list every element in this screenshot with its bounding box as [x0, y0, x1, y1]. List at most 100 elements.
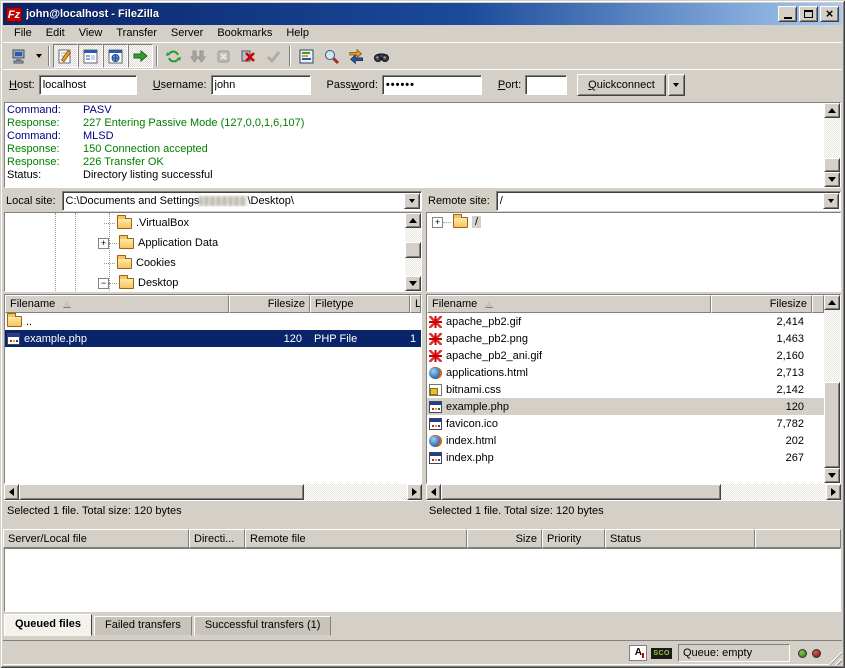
- column-header-filesize[interactable]: Filesize: [229, 295, 310, 313]
- tab-queued-files[interactable]: Queued files: [4, 614, 92, 636]
- synchronized-browsing-button[interactable]: [344, 44, 369, 68]
- scroll-track[interactable]: [304, 484, 407, 500]
- filter-button[interactable]: [294, 44, 319, 68]
- tab-failed-transfers[interactable]: Failed transfers: [94, 616, 192, 636]
- remote-site-combobox[interactable]: /: [496, 191, 841, 211]
- column-header-filename[interactable]: Filename: [5, 295, 229, 313]
- column-header-filesize[interactable]: Filesize: [711, 295, 812, 313]
- menu-edit[interactable]: Edit: [39, 26, 72, 40]
- scroll-track[interactable]: [405, 258, 421, 276]
- column-header-direction[interactable]: Directi...: [189, 529, 245, 548]
- site-manager-dropdown[interactable]: [32, 44, 45, 68]
- file-row[interactable]: apache_pb2.gif 2,414: [427, 313, 824, 330]
- clear-queue-button[interactable]: [261, 44, 286, 68]
- maximize-button[interactable]: [799, 6, 818, 22]
- expand-plus-icon[interactable]: +: [432, 217, 443, 228]
- tree-item-application-data[interactable]: + Application Data: [5, 233, 405, 253]
- datatype-indicator-icon[interactable]: A: [629, 645, 647, 661]
- column-header-status[interactable]: Status: [605, 529, 755, 548]
- local-list-hscrollbar[interactable]: [4, 484, 422, 500]
- transfer-queue-list[interactable]: [4, 548, 841, 612]
- column-header-server-local-file[interactable]: Server/Local file: [3, 529, 189, 548]
- tree-item-root[interactable]: + /: [427, 213, 840, 231]
- column-header-filename[interactable]: Filename: [427, 295, 711, 313]
- menu-transfer[interactable]: Transfer: [109, 26, 164, 40]
- menu-server[interactable]: Server: [164, 26, 210, 40]
- menu-bookmarks[interactable]: Bookmarks: [210, 26, 279, 40]
- port-input[interactable]: [525, 75, 567, 95]
- column-header-last-modified[interactable]: L: [410, 295, 421, 313]
- file-row[interactable]: index.html 202: [427, 432, 824, 449]
- title-bar[interactable]: Fz john@localhost - FileZilla ×: [3, 3, 842, 25]
- quickconnect-dropdown[interactable]: [668, 74, 685, 96]
- file-row[interactable]: apache_pb2_ani.gif 2,160: [427, 347, 824, 364]
- local-site-dropdown[interactable]: [404, 193, 420, 209]
- find-files-button[interactable]: [369, 44, 394, 68]
- transfer-queue-toggle[interactable]: [128, 44, 153, 68]
- scroll-track[interactable]: [824, 118, 840, 158]
- remote-site-dropdown[interactable]: [823, 193, 839, 209]
- column-header-priority[interactable]: Priority: [542, 529, 605, 548]
- scroll-down-button[interactable]: [824, 468, 840, 483]
- scroll-down-button[interactable]: [824, 172, 840, 187]
- local-tree-scrollbar[interactable]: [405, 213, 421, 291]
- tree-item-desktop[interactable]: − Desktop: [5, 273, 405, 292]
- menu-view[interactable]: View: [72, 26, 110, 40]
- scroll-thumb[interactable]: [405, 242, 421, 258]
- column-header-size[interactable]: Size: [467, 529, 542, 548]
- menu-help[interactable]: Help: [279, 26, 316, 40]
- scroll-up-button[interactable]: [824, 103, 840, 118]
- scroll-track[interactable]: [405, 228, 421, 242]
- message-log-toggle[interactable]: [53, 44, 78, 68]
- file-row[interactable]: index.php 267: [427, 449, 824, 466]
- expand-plus-icon[interactable]: +: [98, 238, 109, 249]
- remote-list-scrollbar[interactable]: [824, 295, 840, 483]
- file-row[interactable]: applications.html 2,713: [427, 364, 824, 381]
- file-row[interactable]: apache_pb2.png 1,463: [427, 330, 824, 347]
- close-button[interactable]: ×: [820, 6, 839, 22]
- tree-item-cookies[interactable]: Cookies: [5, 253, 405, 273]
- file-row[interactable]: favicon.ico 7,782: [427, 415, 824, 432]
- username-input[interactable]: [211, 75, 311, 95]
- cancel-operation-button[interactable]: [211, 44, 236, 68]
- scroll-left-button[interactable]: [4, 484, 19, 500]
- scroll-up-button[interactable]: [405, 213, 421, 228]
- log-scrollbar[interactable]: [824, 103, 840, 187]
- refresh-button[interactable]: [161, 44, 186, 68]
- scroll-thumb[interactable]: [824, 382, 840, 468]
- process-queue-button[interactable]: [186, 44, 211, 68]
- scroll-track[interactable]: [721, 484, 826, 500]
- resize-grip[interactable]: [828, 651, 842, 665]
- menu-file[interactable]: File: [7, 26, 39, 40]
- scroll-right-button[interactable]: [407, 484, 422, 500]
- scroll-track[interactable]: [824, 310, 840, 382]
- file-row-selected[interactable]: example.php 120: [427, 398, 824, 415]
- tree-item-virtualbox[interactable]: .VirtualBox: [5, 213, 405, 233]
- speed-limit-indicator-icon[interactable]: SCO: [651, 648, 672, 659]
- column-header-remote-file[interactable]: Remote file: [245, 529, 467, 548]
- local-treeview-toggle[interactable]: [78, 44, 103, 68]
- site-manager-button[interactable]: [7, 44, 32, 68]
- disconnect-button[interactable]: [236, 44, 261, 68]
- local-site-combobox[interactable]: C:\Documents and Settings\Desktop\: [62, 191, 422, 211]
- scroll-thumb[interactable]: [441, 484, 721, 500]
- remote-list-hscrollbar[interactable]: [426, 484, 841, 500]
- tab-successful-transfers[interactable]: Successful transfers (1): [194, 616, 332, 636]
- scroll-thumb[interactable]: [19, 484, 304, 500]
- parent-directory-row[interactable]: ..: [5, 313, 421, 330]
- host-input[interactable]: [39, 75, 137, 95]
- scroll-down-button[interactable]: [405, 276, 421, 291]
- quickconnect-button[interactable]: Quickconnect: [577, 74, 666, 96]
- file-row[interactable]: bitnami.css 2,142: [427, 381, 824, 398]
- file-row-selected[interactable]: example.php 120 PHP File 1: [5, 330, 421, 347]
- column-header-filetype[interactable]: Filetype: [310, 295, 410, 313]
- scroll-left-button[interactable]: [426, 484, 441, 500]
- minimize-button[interactable]: [778, 6, 797, 22]
- directory-comparison-button[interactable]: [319, 44, 344, 68]
- scroll-thumb[interactable]: [824, 158, 840, 172]
- collapse-minus-icon[interactable]: −: [98, 278, 109, 289]
- password-input[interactable]: [382, 75, 482, 95]
- scroll-right-button[interactable]: [826, 484, 841, 500]
- scroll-up-button[interactable]: [824, 295, 840, 310]
- remote-treeview-toggle[interactable]: [103, 44, 128, 68]
